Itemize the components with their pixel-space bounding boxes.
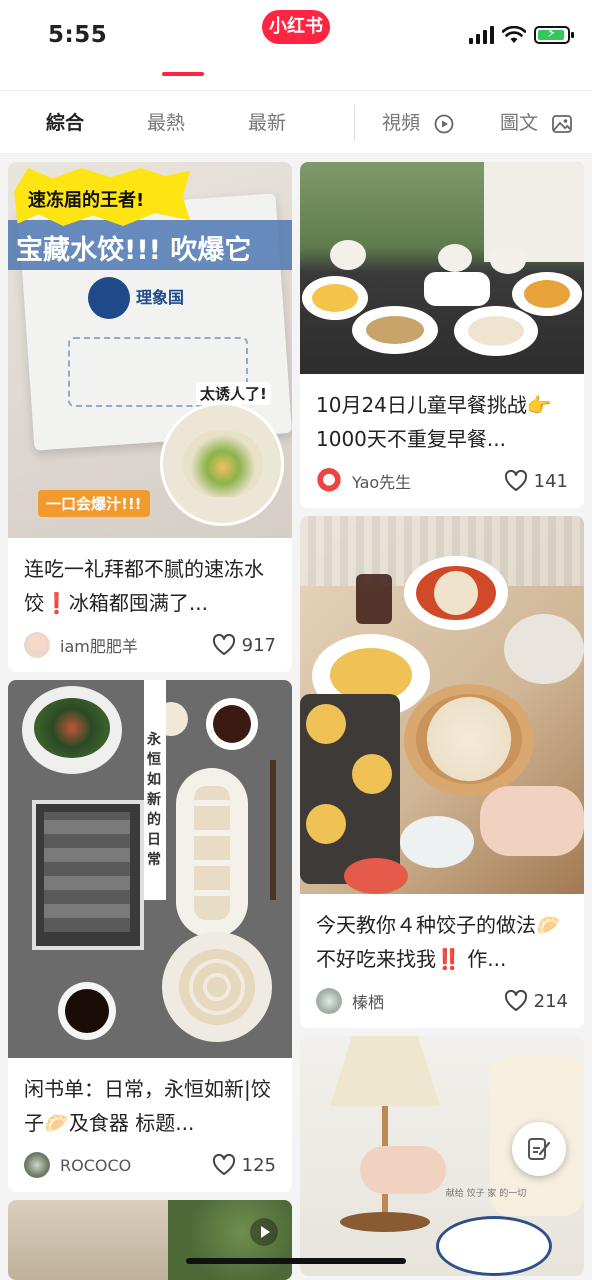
bowl-dumplings: [436, 1216, 552, 1276]
heart-icon: [212, 1154, 235, 1175]
heart-icon: [504, 470, 527, 491]
tag-juicy: 一口会爆汁!!!: [38, 490, 150, 517]
hand: [480, 786, 584, 856]
note-card[interactable]: [8, 1200, 292, 1280]
sauce-tray: [424, 272, 490, 306]
image-icon: [552, 114, 572, 133]
tab-video[interactable]: 視頻: [382, 91, 454, 155]
plate-boiled: [504, 614, 584, 684]
tab-video-label: 視頻: [382, 112, 421, 134]
like-count: 214: [533, 990, 568, 1012]
tag-tempting: 太诱人了!: [196, 382, 271, 405]
battery-charging-icon: ⚡: [534, 26, 574, 44]
note-title: 闲书单：日常，永恒如新|饺子🥟及食器 标题...: [24, 1077, 271, 1135]
note-cover-image: [300, 516, 584, 894]
glass-cup: [356, 574, 392, 624]
like-count: 125: [241, 1154, 276, 1176]
lamp-base: [340, 1212, 430, 1232]
feed-column-left: 理象国 宝藏水饺!!! 吹爆它 速冻届的王者! 太诱人了! 一口会爆汁!!! 连…: [8, 162, 292, 1280]
plate-dumplings: [454, 306, 538, 356]
plate-small: [400, 816, 474, 868]
cellular-signal-icon: [469, 26, 494, 44]
heart-icon: [212, 634, 235, 655]
note-cover-image: 理象国 宝藏水饺!!! 吹爆它 速冻届的王者! 太诱人了! 一口会爆汁!!!: [8, 162, 292, 538]
plate-dumplings-fried: [352, 306, 438, 354]
banner-text: 宝藏水饺!!! 吹爆它: [16, 235, 252, 266]
play-circle-icon: [434, 114, 454, 133]
note-cover-image: [8, 1200, 292, 1280]
cup-3: [490, 246, 526, 274]
dumpling-plate-oval: [176, 768, 248, 938]
note-cover-image: 永恒如新的日常: [8, 680, 292, 1058]
tab-divider: [354, 105, 355, 141]
tab-comprehensive[interactable]: 綜合: [46, 91, 84, 155]
like-count: 917: [241, 634, 276, 656]
author-name[interactable]: 榛栖: [352, 989, 504, 1013]
author-name[interactable]: Yao先生: [352, 469, 504, 493]
note-title: 10月24日儿童早餐挑战👉1000天不重复早餐...: [316, 393, 552, 451]
avatar[interactable]: [316, 988, 342, 1014]
chopsticks: [270, 760, 276, 900]
note-meta: iam肥肥羊 917: [8, 620, 292, 672]
note-title: 连吃一礼拜都不腻的速冻水饺❗冰箱都囤满了...: [24, 557, 264, 615]
steamer-basket: [404, 684, 534, 796]
note-card[interactable]: 今天教你４种饺子的做法🥟不好吃来找我‼️ 作... 榛栖 214: [300, 516, 584, 1028]
like-button[interactable]: 141: [504, 470, 568, 492]
like-button[interactable]: 214: [504, 990, 568, 1012]
soy-sauce-cup: [58, 982, 116, 1040]
note-card[interactable]: 10月24日儿童早餐挑战👉1000天不重复早餐... Yao先生 141: [300, 162, 584, 508]
author-name[interactable]: iam肥肥羊: [60, 633, 212, 657]
note-meta: 榛栖 214: [300, 976, 584, 1028]
avatar[interactable]: [24, 632, 50, 658]
book: [32, 800, 144, 950]
filter-tabs: 綜合 最熱 最新 視頻 圖文: [0, 90, 592, 154]
wifi-icon: [502, 26, 526, 43]
like-button[interactable]: 917: [212, 634, 276, 656]
note-meta: Yao先生 141: [300, 456, 584, 508]
app-logo: 小红书: [262, 10, 330, 44]
tomatoes: [344, 858, 408, 894]
egg-pan: [300, 694, 400, 884]
dumpling-plate-round: [162, 932, 272, 1042]
heart-icon: [504, 990, 527, 1011]
tab-hottest[interactable]: 最熱: [147, 91, 185, 155]
vertical-caption: 永恒如新的日常: [147, 732, 161, 868]
author-name[interactable]: ROCOCO: [60, 1156, 212, 1175]
note-card[interactable]: 永恒如新的日常 闲书单：日常，永恒如新|饺子🥟及食器 标题... ROCOCO …: [8, 680, 292, 1192]
dumpling-closeup: [160, 402, 284, 526]
note-title: 今天教你４种饺子的做法🥟不好吃来找我‼️ 作...: [316, 913, 561, 971]
badge-text: 速冻届的王者!: [28, 190, 145, 211]
lamp-shade: [330, 1036, 440, 1106]
note-meta: ROCOCO 125: [8, 1140, 292, 1192]
sauce-dish: [206, 698, 258, 750]
system-icons: ⚡: [469, 26, 574, 44]
brand-name: 理象国: [136, 288, 185, 307]
cup-1: [330, 240, 366, 270]
plate-noodles: [512, 272, 582, 316]
tab-newest[interactable]: 最新: [248, 91, 286, 155]
tab-image-text[interactable]: 圖文: [500, 91, 572, 155]
note-cover-image: [300, 162, 584, 374]
status-bar: 5:55 小红书 ⚡: [0, 0, 592, 90]
active-tab-indicator: [162, 72, 204, 76]
like-count: 141: [533, 470, 568, 492]
avatar[interactable]: [316, 468, 342, 494]
tab-image-text-label: 圖文: [500, 112, 539, 134]
plate-egg: [302, 276, 368, 320]
brand-logo-icon: [88, 277, 130, 319]
status-time: 5:55: [48, 22, 108, 48]
cover-caption: 献给 饺子 家 的一切: [445, 1189, 527, 1199]
feed-column-right: 10月24日儿童早餐挑战👉1000天不重复早餐... Yao先生 141 今天教…: [300, 162, 584, 1280]
like-button[interactable]: 125: [212, 1154, 276, 1176]
bowl-chili-dumplings: [404, 556, 508, 630]
video-play-icon: [250, 1218, 278, 1246]
bowl-greens: [22, 686, 122, 774]
compose-button[interactable]: [512, 1122, 566, 1176]
avatar[interactable]: [24, 1152, 50, 1178]
note-card[interactable]: 理象国 宝藏水饺!!! 吹爆它 速冻届的王者! 太诱人了! 一口会爆汁!!! 连…: [8, 162, 292, 672]
cup-2: [438, 244, 472, 272]
edit-note-icon: [528, 1138, 551, 1160]
home-indicator: [186, 1258, 406, 1264]
